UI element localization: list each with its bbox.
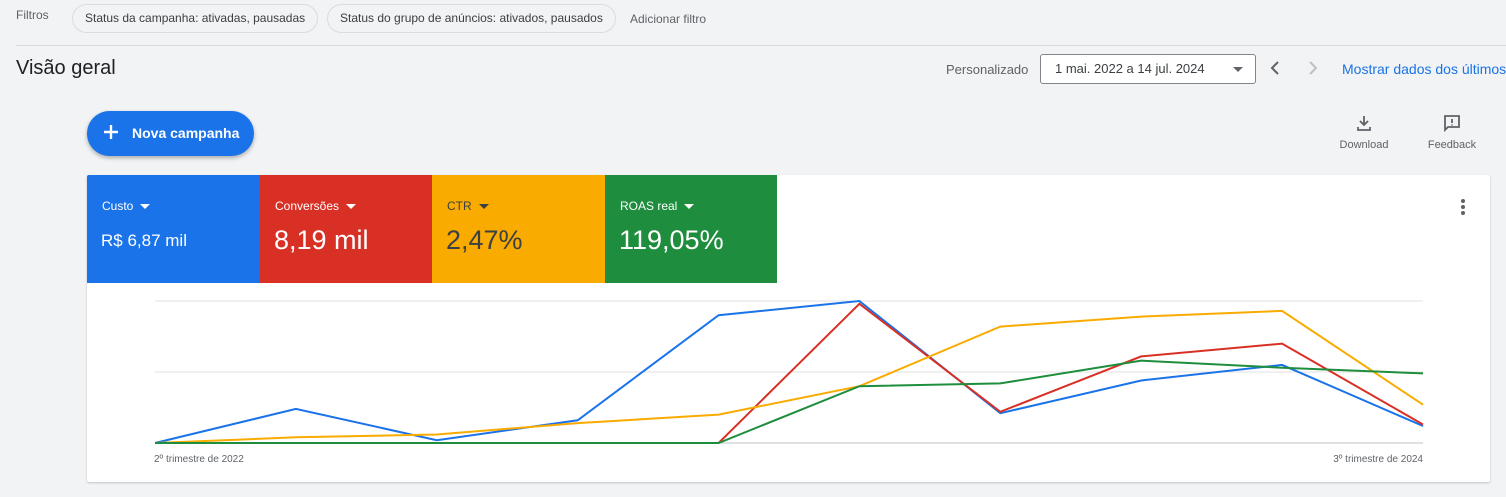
feedback-button[interactable]: Feedback [1422,113,1482,151]
metric-tile-cost[interactable]: Custo R$ 6,87 mil [87,175,260,283]
feedback-label: Feedback [1427,139,1477,151]
caret-down-icon [684,204,695,210]
line-chart [154,299,1424,444]
show-last-link[interactable]: Mostrar dados dos últimos [1342,61,1506,77]
metric-label: Conversões [275,199,357,213]
chevron-right-icon [1309,61,1318,75]
more-options-icon[interactable] [1460,199,1466,217]
chevron-down-icon [1233,67,1243,72]
chevron-left-icon [1270,61,1279,75]
new-campaign-label: Nova campanha [132,125,240,141]
series-line-2 [154,309,1424,444]
metric-label: CTR [447,199,489,213]
metric-value: 119,05% [619,225,724,255]
series-line-1 [155,302,1424,444]
date-range-type-label: Personalizado [946,62,1029,77]
caret-down-icon [478,204,489,210]
caret-down-icon [140,204,151,210]
metric-value: 8,19 mil [274,225,369,255]
metric-value: 2,47% [446,225,523,255]
filters-label: Filtros [16,8,49,22]
add-filter-button[interactable]: Adicionar filtro [630,12,706,26]
next-period-button[interactable] [1301,56,1325,80]
ad-group-status-filter-chip[interactable]: Status do grupo de anúncios: ativados, p… [327,4,616,33]
campaign-status-filter-chip[interactable]: Status da campanha: ativadas, pausadas [72,4,319,33]
metric-label: Custo [102,199,151,213]
metric-tile-roas[interactable]: ROAS real 119,05% [605,175,777,283]
date-range-value: 1 mai. 2022 a 14 jul. 2024 [1055,61,1205,76]
caret-down-icon [346,204,357,210]
date-range-select[interactable]: 1 mai. 2022 a 14 jul. 2024 [1040,54,1256,84]
metric-value: R$ 6,87 mil [101,231,187,250]
metric-label: ROAS real [620,199,695,213]
feedback-icon [1444,115,1460,133]
previous-period-button[interactable] [1263,56,1287,80]
download-label: Download [1339,139,1389,151]
header-divider [16,45,1506,46]
download-icon [1357,116,1371,131]
new-campaign-button[interactable]: Nova campanha [87,111,254,156]
page-title: Visão geral [16,57,116,79]
x-tick-label: 2º trimestre de 2022 [154,454,244,465]
performance-card: Custo R$ 6,87 mil Conversões 8,19 mil CT… [87,175,1490,482]
filters-bar: Filtros Status da campanha: ativadas, pa… [0,0,1506,36]
metric-tile-ctr[interactable]: CTR 2,47% [432,175,605,283]
download-button[interactable]: Download [1334,113,1394,151]
plus-icon [104,125,118,139]
metric-tile-conversions[interactable]: Conversões 8,19 mil [260,175,432,283]
x-tick-label: 3º trimestre de 2024 [1333,454,1423,465]
